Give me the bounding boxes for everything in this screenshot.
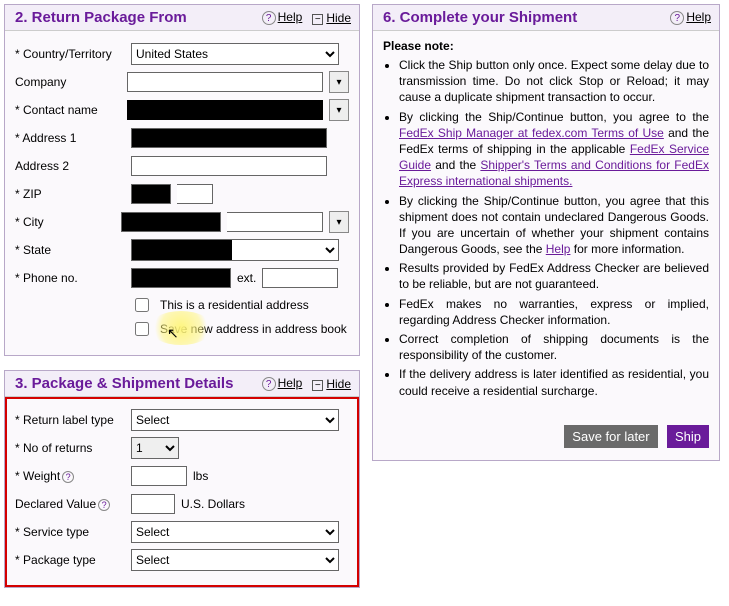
help-icon[interactable]: ?	[98, 499, 110, 511]
please-note-title: Please note:	[383, 39, 709, 53]
note-item: By clicking the Ship/Continue button, yo…	[399, 193, 709, 258]
note-item: Correct completion of shipping documents…	[399, 331, 709, 363]
company-dropdown-button[interactable]: ▾	[329, 71, 349, 93]
declared-unit: U.S. Dollars	[181, 497, 245, 511]
help-icon: ?	[262, 11, 276, 25]
help-icon[interactable]: ?	[62, 471, 74, 483]
country-select[interactable]: United States	[131, 43, 339, 65]
notes-list: Click the Ship button only once. Expect …	[399, 57, 709, 399]
collapse-icon: −	[312, 14, 323, 25]
help-icon: ?	[262, 377, 276, 391]
note-item: If the delivery address is later identif…	[399, 366, 709, 398]
contact-dropdown-button[interactable]: ▾	[329, 99, 349, 121]
weight-label: Weight?	[15, 469, 131, 483]
phone-input[interactable]	[131, 268, 231, 288]
section3-title: 3. Package & Shipment Details	[15, 375, 233, 392]
company-input[interactable]	[127, 72, 323, 92]
ext-input[interactable]	[262, 268, 338, 288]
section2-header: 2. Return Package From ?Help −Hide	[5, 5, 359, 31]
section6-title: 6. Complete your Shipment	[383, 9, 577, 26]
save-address-label: Save new address in address book	[160, 322, 347, 336]
ext-label: ext.	[237, 271, 256, 285]
section-complete-shipment: 6. Complete your Shipment ?Help Please n…	[372, 4, 720, 461]
state-select[interactable]	[131, 239, 339, 261]
help-link[interactable]: ?Help	[262, 376, 303, 391]
no-returns-label: No of returns	[15, 441, 131, 455]
service-type-select[interactable]: Select	[131, 521, 339, 543]
declared-label: Declared Value?	[15, 497, 131, 511]
city-label: City	[15, 215, 121, 229]
declared-input[interactable]	[131, 494, 175, 514]
city-dropdown-button[interactable]: ▾	[329, 211, 349, 233]
help-icon: ?	[670, 11, 684, 25]
package-type-label: Package type	[15, 553, 131, 567]
note-item: By clicking the Ship/Continue button, yo…	[399, 109, 709, 190]
state-label: State	[15, 243, 131, 257]
section3-header: 3. Package & Shipment Details ?Help −Hid…	[5, 371, 359, 397]
zip-input[interactable]	[131, 184, 171, 204]
dangerous-goods-help-link[interactable]: Help	[546, 242, 571, 256]
note-item: Click the Ship button only once. Expect …	[399, 57, 709, 106]
section-package-shipment-details: 3. Package & Shipment Details ?Help −Hid…	[4, 370, 360, 588]
hide-link[interactable]: −Hide	[312, 377, 351, 391]
section2-title: 2. Return Package From	[15, 9, 187, 26]
section6-header: 6. Complete your Shipment ?Help	[373, 5, 719, 31]
address1-input[interactable]	[131, 128, 327, 148]
collapse-icon: −	[312, 380, 323, 391]
weight-input[interactable]	[131, 466, 187, 486]
company-label: Company	[15, 75, 127, 89]
zip-label: ZIP	[15, 187, 131, 201]
address1-label: Address 1	[15, 131, 131, 145]
service-type-label: Service type	[15, 525, 131, 539]
help-link[interactable]: ?Help	[670, 10, 711, 25]
no-returns-select[interactable]: 1	[131, 437, 179, 459]
help-link[interactable]: ?Help	[262, 10, 303, 25]
return-label-type-label: Return label type	[15, 413, 131, 427]
residential-label: This is a residential address	[160, 298, 309, 312]
address2-label: Address 2	[15, 159, 131, 173]
residential-checkbox[interactable]	[135, 298, 149, 312]
note-item: Results provided by FedEx Address Checke…	[399, 260, 709, 292]
phone-label: Phone no.	[15, 271, 131, 285]
package-type-select[interactable]: Select	[131, 549, 339, 571]
note-item: FedEx makes no warranties, express or im…	[399, 296, 709, 328]
country-label: Country/Territory	[15, 47, 131, 61]
weight-unit: lbs	[193, 469, 208, 483]
save-for-later-button[interactable]: Save for later	[564, 425, 657, 448]
section-return-package-from: 2. Return Package From ?Help −Hide Count…	[4, 4, 360, 356]
terms-of-use-link[interactable]: FedEx Ship Manager at fedex.com Terms of…	[399, 126, 664, 140]
address2-input[interactable]	[131, 156, 327, 176]
hide-link[interactable]: −Hide	[312, 11, 351, 25]
contact-label: Contact name	[15, 103, 127, 117]
save-address-checkbox[interactable]	[135, 322, 149, 336]
contact-input[interactable]	[127, 100, 323, 120]
city-input[interactable]	[121, 212, 221, 232]
return-label-type-select[interactable]: Select	[131, 409, 339, 431]
ship-button[interactable]: Ship	[667, 425, 709, 448]
